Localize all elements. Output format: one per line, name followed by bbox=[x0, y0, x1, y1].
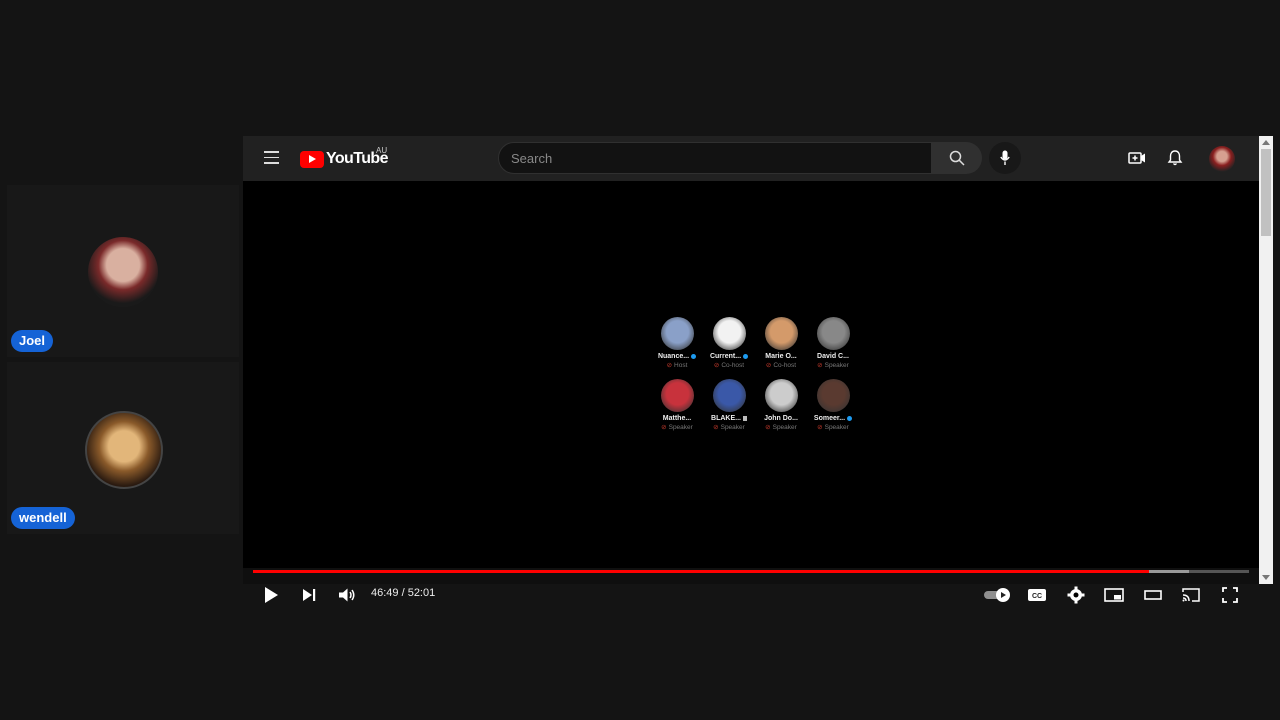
progress-bar[interactable] bbox=[253, 570, 1249, 573]
speaker-avatar bbox=[712, 317, 746, 350]
region-label: AU bbox=[376, 146, 388, 155]
search-button[interactable] bbox=[932, 142, 982, 174]
player-controls: 46:49 / 52:01 CC bbox=[243, 577, 1259, 613]
closed-captions-icon: CC bbox=[1028, 589, 1046, 601]
play-button[interactable] bbox=[256, 580, 286, 610]
muted-mic-icon: ⊘ bbox=[765, 362, 772, 369]
menu-icon[interactable] bbox=[264, 151, 279, 164]
speaker-avatar bbox=[764, 317, 798, 350]
youtube-logo[interactable]: YouTube bbox=[300, 150, 388, 168]
speaker-avatar bbox=[660, 317, 694, 350]
speaker-name: Nuance... bbox=[651, 353, 703, 360]
autoplay-toggle[interactable] bbox=[982, 580, 1014, 610]
search-icon bbox=[949, 150, 965, 166]
muted-mic-icon: ⊘ bbox=[713, 424, 719, 431]
speaker-role: ⊘ Speaker bbox=[713, 424, 745, 431]
participant-tile-wendell[interactable]: wendell bbox=[7, 362, 239, 534]
mute-button[interactable] bbox=[332, 580, 362, 610]
speaker-avatar bbox=[816, 379, 850, 412]
theater-mode-icon bbox=[1144, 590, 1162, 600]
svg-text:CC: CC bbox=[1032, 593, 1042, 600]
speaker-role: ⊘ Co-host bbox=[713, 362, 745, 369]
speaker-name: John Do... bbox=[764, 415, 798, 422]
speaker-avatar bbox=[764, 379, 798, 412]
muted-mic-icon: ⊘ bbox=[666, 362, 673, 369]
participant-tile-joel[interactable]: Joel bbox=[7, 185, 239, 357]
speaker-name: David C... bbox=[817, 353, 849, 360]
miniplayer-button[interactable] bbox=[1099, 580, 1129, 610]
settings-button[interactable] bbox=[1061, 580, 1091, 610]
bell-icon bbox=[1167, 150, 1183, 166]
verified-badge-icon bbox=[691, 353, 697, 359]
speaker-name: Matthe... bbox=[662, 415, 692, 422]
scroll-up-arrow-icon[interactable] bbox=[1262, 140, 1270, 145]
scroll-thumb[interactable] bbox=[1261, 149, 1271, 236]
speaker-name: BLAKE... bbox=[703, 415, 755, 422]
speaker-role: ⊘ Speaker bbox=[817, 362, 849, 369]
speaker-avatar bbox=[660, 379, 694, 412]
voice-search-button[interactable] bbox=[989, 142, 1021, 174]
gear-icon bbox=[1067, 586, 1085, 604]
muted-mic-icon: ⊘ bbox=[765, 424, 771, 431]
muted-mic-icon: ⊘ bbox=[713, 362, 720, 369]
participant-name: Joel bbox=[11, 330, 54, 352]
fullscreen-icon bbox=[1222, 587, 1238, 603]
muted-mic-icon: ⊘ bbox=[661, 424, 667, 431]
muted-mic-icon: ⊘ bbox=[817, 424, 823, 431]
speaker-card: BLAKE... ⊘ Speaker bbox=[703, 379, 755, 431]
search-input[interactable] bbox=[499, 143, 943, 173]
captions-button[interactable]: CC bbox=[1022, 580, 1052, 610]
account-avatar[interactable] bbox=[1209, 146, 1235, 172]
verified-badge-icon bbox=[847, 415, 853, 421]
speaker-role: ⊘ Speaker bbox=[817, 424, 849, 431]
speaker-card: Matthe... ⊘ Speaker bbox=[651, 379, 703, 431]
skip-next-icon bbox=[303, 589, 316, 601]
speaker-avatar bbox=[816, 317, 850, 350]
page-scrollbar[interactable] bbox=[1259, 136, 1273, 584]
youtube-header: YouTube AU bbox=[243, 136, 1259, 181]
speaker-role: ⊘ Speaker bbox=[765, 424, 797, 431]
participant-avatar bbox=[85, 411, 163, 489]
participant-name: wendell bbox=[11, 507, 75, 529]
fullscreen-button[interactable] bbox=[1215, 580, 1245, 610]
speaker-card: John Do... ⊘ Speaker bbox=[755, 379, 807, 431]
volume-icon bbox=[339, 588, 355, 602]
speaker-card: Someer... ⊘ Speaker bbox=[807, 379, 859, 431]
speaker-name: Someer... bbox=[807, 415, 859, 422]
microphone-icon bbox=[1000, 150, 1010, 165]
search-box[interactable] bbox=[498, 142, 943, 174]
verified-badge-icon bbox=[743, 353, 749, 359]
lock-icon bbox=[742, 415, 747, 421]
speaker-role: ⊘ Speaker bbox=[661, 424, 693, 431]
youtube-play-icon bbox=[300, 150, 324, 168]
youtube-window: YouTube AU Search Nuance... ⊘ Host Curre… bbox=[243, 136, 1259, 604]
autoplay-toggle-icon bbox=[984, 588, 1010, 602]
speaker-card: David C... ⊘ Speaker bbox=[807, 317, 859, 369]
time-display: 46:49 / 52:01 bbox=[371, 587, 436, 599]
video-player[interactable]: Nuance... ⊘ Host Current... ⊘ Co-host Marie O.… bbox=[243, 181, 1259, 604]
participant-avatar bbox=[88, 237, 158, 307]
next-button[interactable] bbox=[294, 580, 324, 610]
miniplayer-icon bbox=[1104, 588, 1124, 602]
scroll-down-arrow-icon[interactable] bbox=[1262, 575, 1270, 580]
theater-mode-button[interactable] bbox=[1138, 580, 1168, 610]
create-button[interactable] bbox=[1127, 148, 1147, 168]
video-add-icon bbox=[1128, 152, 1145, 164]
speaker-card: Nuance... ⊘ Host bbox=[651, 317, 703, 369]
notifications-button[interactable] bbox=[1165, 148, 1185, 168]
speaker-role: ⊘ Co-host bbox=[765, 362, 797, 369]
speaker-name: Marie O... bbox=[765, 353, 797, 360]
play-icon bbox=[265, 587, 278, 603]
speaker-card: Marie O... ⊘ Co-host bbox=[755, 317, 807, 369]
cast-button[interactable] bbox=[1176, 580, 1206, 610]
progress-played bbox=[253, 570, 1150, 573]
speaker-role: ⊘ Host bbox=[666, 362, 688, 369]
speaker-name: Current... bbox=[703, 353, 755, 360]
cast-icon bbox=[1182, 588, 1200, 602]
speaker-card: Current... ⊘ Co-host bbox=[703, 317, 755, 369]
speaker-avatar bbox=[712, 379, 746, 412]
muted-mic-icon: ⊘ bbox=[817, 362, 823, 369]
